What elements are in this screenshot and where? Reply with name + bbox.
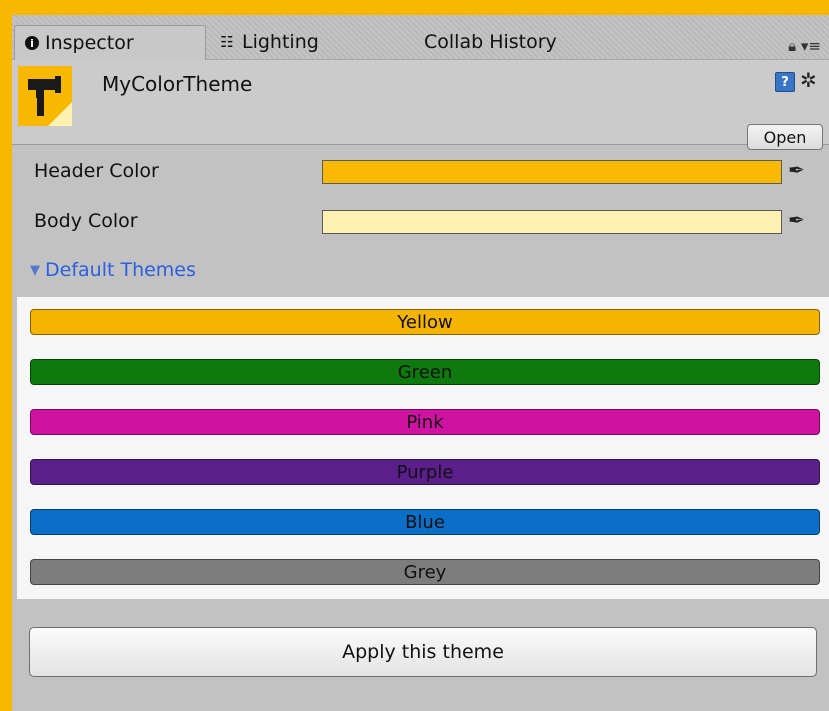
apply-theme-button[interactable]: Apply this theme <box>29 627 817 677</box>
theme-list: Yellow Green Pink Purple Blue Grey <box>17 297 829 599</box>
eyedropper-icon[interactable]: ✒ <box>788 208 805 232</box>
header-color-label: Header Color <box>34 160 159 182</box>
lock-icon[interactable]: 🔒︎ ▾≡ <box>788 37 821 55</box>
tab-bar: i Inspector ☷ Lighting Collab History 🔒︎… <box>12 15 829 60</box>
help-icon[interactable]: ? <box>775 72 795 92</box>
tab-collab-history-label: Collab History <box>424 31 557 53</box>
open-button[interactable]: Open <box>747 124 823 150</box>
header-color-field[interactable] <box>322 160 782 184</box>
info-icon: i <box>25 36 39 50</box>
triangle-down-icon: ▼ <box>30 262 40 278</box>
theme-button-pink[interactable]: Pink <box>30 409 820 435</box>
asset-header: MyColorTheme ? ✲ Open <box>12 60 829 150</box>
theme-button-grey[interactable]: Grey <box>30 559 820 585</box>
default-themes-foldout[interactable]: ▼ Default Themes <box>30 259 196 281</box>
tab-lighting[interactable]: ☷ Lighting <box>208 25 319 59</box>
tab-inspector-label: Inspector <box>45 32 134 54</box>
paint-roller-icon <box>18 66 72 126</box>
gear-icon[interactable]: ✲ <box>800 68 817 92</box>
tab-inspector[interactable]: i Inspector <box>14 25 206 60</box>
eyedropper-icon[interactable]: ✒ <box>788 158 805 182</box>
theme-button-blue[interactable]: Blue <box>30 509 820 535</box>
tab-lighting-label: Lighting <box>242 31 319 53</box>
body-color-label: Body Color <box>34 210 138 232</box>
theme-button-yellow[interactable]: Yellow <box>30 309 820 335</box>
lighting-icon: ☷ <box>220 33 234 51</box>
theme-button-green[interactable]: Green <box>30 359 820 385</box>
body-color-field[interactable] <box>322 210 782 234</box>
theme-button-purple[interactable]: Purple <box>30 459 820 485</box>
default-themes-label: Default Themes <box>45 259 196 281</box>
inspector-window: i Inspector ☷ Lighting Collab History 🔒︎… <box>12 15 829 711</box>
tab-collab-history[interactable]: Collab History <box>424 25 557 59</box>
asset-title: MyColorTheme <box>102 72 253 96</box>
